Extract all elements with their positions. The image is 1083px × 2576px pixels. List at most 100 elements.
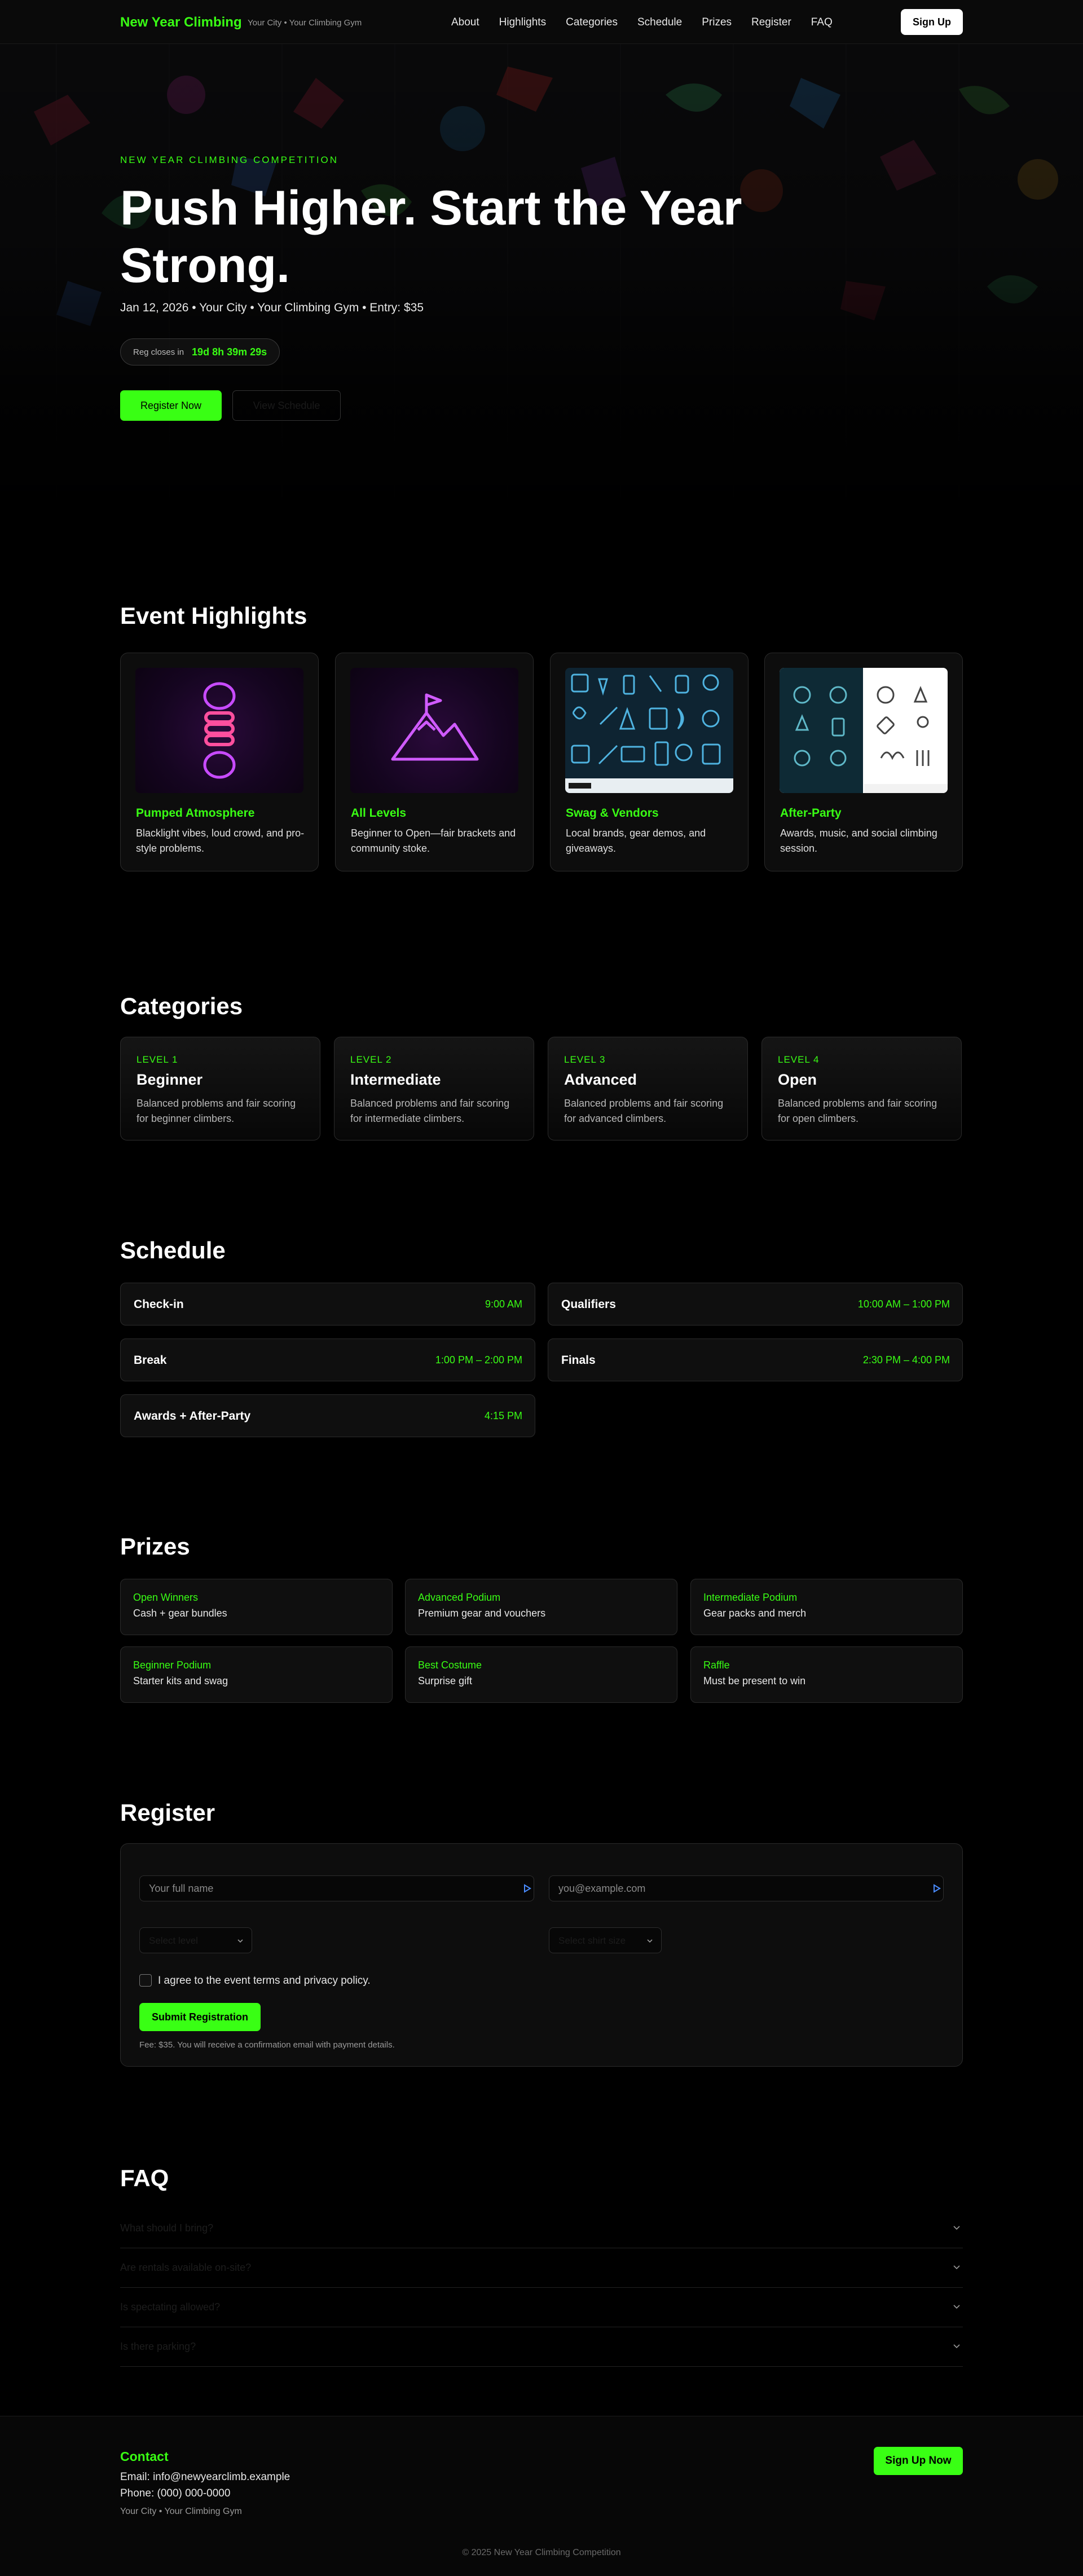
top-nav: New Year Climbing Your City • Your Climb… (0, 0, 1083, 44)
highlight-card: After-Party Awards, music, and social cl… (764, 653, 963, 871)
highlight-title: All Levels (351, 807, 407, 820)
highlight-desc: Beginner to Open—fair brackets and commu… (351, 827, 516, 854)
level-select[interactable]: Select level (139, 1927, 252, 1953)
prize-card: Intermediate Podium Gear packs and merch (690, 1579, 963, 1635)
schedule-item: Finals 2:30 PM – 4:00 PM (548, 1338, 963, 1381)
categories-heading: Categories (120, 993, 243, 1019)
highlight-title: Swag & Vendors (566, 807, 659, 820)
chevron-down-icon (647, 1939, 653, 1943)
prize-card: Raffle Must be present to win (690, 1646, 963, 1703)
prize-card: Open Winners Cash + gear bundles (120, 1579, 393, 1635)
category-level: LEVEL 3 (564, 1054, 606, 1065)
chevron-down-icon (237, 1939, 243, 1943)
submit-registration-button[interactable]: Submit Registration (139, 2003, 261, 2031)
footer-email[interactable]: Email: info@newyearclimb.example (120, 2471, 290, 2483)
terms-checkbox-label[interactable]: I agree to the event terms and privacy p… (158, 1975, 371, 1987)
category-desc: Balanced problems and fair scoring for i… (350, 1098, 510, 1124)
chevron-down-icon (953, 2265, 960, 2270)
hero-event-meta: Jan 12, 2026 • Your City • Your Climbing… (120, 301, 424, 314)
highlight-title: After-Party (780, 807, 842, 820)
prize-title: Open Winners (133, 1592, 199, 1603)
register-now-button[interactable]: Register Now (120, 390, 222, 421)
prize-title: Intermediate Podium (703, 1592, 798, 1603)
schedule-item-name: Finals (561, 1354, 596, 1367)
faq-question: Are rentals available on-site? (120, 2262, 252, 2273)
hero-title: Push Higher. Start the Year Strong. (120, 181, 742, 293)
prize-card: Advanced Podium Premium gear and voucher… (405, 1579, 677, 1635)
schedule-item-time: 2:30 PM – 4:00 PM (862, 1354, 950, 1366)
prize-title: Raffle (703, 1659, 730, 1671)
category-level: LEVEL 2 (350, 1054, 392, 1065)
prize-title: Advanced Podium (418, 1592, 501, 1603)
schedule-item-name: Break (134, 1354, 167, 1367)
category-level: LEVEL 4 (778, 1054, 820, 1065)
category-desc: Balanced problems and fair scoring for a… (564, 1098, 724, 1124)
faq-item[interactable]: Are rentals available on-site? (120, 2248, 963, 2288)
prize-desc: Must be present to win (703, 1675, 806, 1686)
category-card[interactable]: LEVEL 2 Intermediate Balanced problems a… (334, 1037, 534, 1141)
footer-copyright: © 2025 New Year Climbing Competition (462, 2548, 621, 2557)
highlight-desc: Blacklight vibes, loud crowd, and pro-st… (136, 827, 305, 854)
nav-link-faq[interactable]: FAQ (811, 16, 833, 29)
autofill-icon[interactable] (932, 1884, 941, 1893)
schedule-item-time: 4:15 PM (484, 1410, 522, 1421)
prize-title: Best Costume (418, 1659, 482, 1671)
hero-kicker: NEW YEAR CLIMBING COMPETITION (120, 155, 339, 165)
prize-desc: Premium gear and vouchers (418, 1608, 546, 1619)
fee-note: Fee: $35. You will receive a confirmatio… (139, 2040, 395, 2050)
icon-sheet (780, 668, 948, 793)
nav-link-about[interactable]: About (451, 16, 479, 29)
faq-item[interactable]: Is there parking? (120, 2327, 963, 2367)
prize-card: Best Costume Surprise gift (405, 1646, 677, 1703)
prize-desc: Starter kits and swag (133, 1675, 228, 1686)
chevron-down-icon (953, 2344, 960, 2349)
full-name-input[interactable] (139, 1875, 534, 1901)
registration-form: Select level Select shirt size I agree t… (120, 1843, 963, 2067)
nav-link-highlights[interactable]: Highlights (499, 16, 546, 29)
nav-link-schedule[interactable]: Schedule (637, 16, 682, 29)
highlight-card: Pumped Atmosphere Blacklight vibes, loud… (120, 653, 319, 871)
chevron-down-icon (953, 2305, 960, 2309)
view-schedule-button[interactable]: View Schedule (232, 390, 341, 421)
nav-link-prizes[interactable]: Prizes (702, 16, 732, 29)
category-name: Beginner (137, 1071, 203, 1088)
highlight-desc: Local brands, gear demos, and giveaways. (566, 827, 706, 854)
sign-up-button[interactable]: Sign Up (901, 9, 963, 35)
category-card[interactable]: LEVEL 3 Advanced Balanced problems and f… (548, 1037, 748, 1141)
shirt-size-select[interactable]: Select shirt size (549, 1927, 662, 1953)
footer-phone[interactable]: Phone: (000) 000-0000 (120, 2487, 230, 2500)
countdown-value: 19d 8h 39m 29s (192, 346, 267, 358)
schedule-item: Check-in 9:00 AM (120, 1283, 535, 1326)
register-heading: Register (120, 1799, 215, 1826)
hero-section: NEW YEAR CLIMBING COMPETITION Push Highe… (0, 44, 1083, 529)
terms-checkbox[interactable] (139, 1974, 152, 1987)
category-name: Open (778, 1071, 817, 1088)
highlights-heading: Event Highlights (120, 602, 307, 629)
schedule-item-name: Awards + After-Party (134, 1410, 251, 1423)
nav-links: About Highlights Categories Schedule Pri… (451, 16, 852, 29)
faq-question: Is there parking? (120, 2341, 196, 2352)
autofill-icon[interactable] (523, 1884, 532, 1893)
footer-sign-up-button[interactable]: Sign Up Now (874, 2447, 963, 2475)
schedule-item-name: Check-in (134, 1298, 184, 1311)
schedule-item-time: 9:00 AM (485, 1298, 522, 1310)
category-card[interactable]: LEVEL 4 Open Balanced problems and fair … (761, 1037, 962, 1141)
highlight-card: All Levels Beginner to Open—fair bracket… (335, 653, 534, 871)
category-name: Intermediate (350, 1071, 441, 1088)
schedule-item-name: Qualifiers (561, 1298, 616, 1311)
level-select-value: Select level (149, 1935, 198, 1946)
faq-item[interactable]: Is spectating allowed? (120, 2288, 963, 2327)
prize-title: Beginner Podium (133, 1659, 212, 1671)
nav-link-register[interactable]: Register (751, 16, 791, 29)
faq-item[interactable]: What should I bring? (120, 2209, 963, 2248)
schedule-heading: Schedule (120, 1237, 226, 1263)
faq-question: What should I bring? (120, 2222, 214, 2234)
category-desc: Balanced problems and fair scoring for b… (137, 1098, 296, 1124)
brand-logo[interactable]: New Year Climbing (120, 15, 242, 30)
schedule-item: Awards + After-Party 4:15 PM (120, 1394, 535, 1437)
nav-link-categories[interactable]: Categories (566, 16, 618, 29)
email-input[interactable] (549, 1875, 944, 1901)
category-level: LEVEL 1 (137, 1054, 178, 1065)
schedule-item-time: 1:00 PM – 2:00 PM (435, 1354, 522, 1366)
category-card[interactable]: LEVEL 1 Beginner Balanced problems and f… (120, 1037, 320, 1141)
